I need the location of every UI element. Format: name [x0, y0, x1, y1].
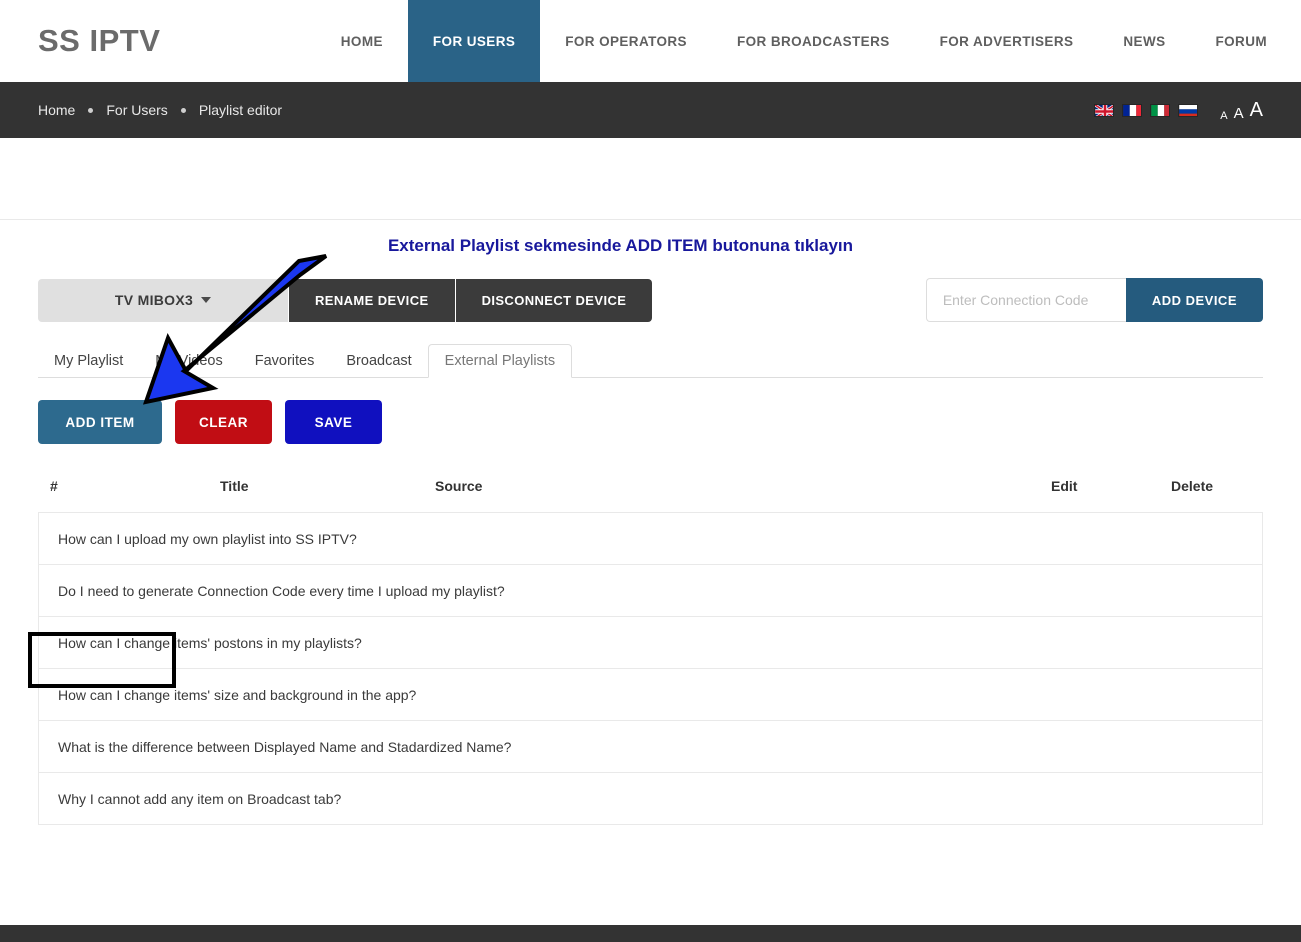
tab-external-playlists[interactable]: External Playlists [428, 344, 572, 379]
italian-flag-icon[interactable] [1150, 104, 1170, 117]
device-selector-label: TV MIBOX3 [115, 292, 193, 308]
breadcrumb-separator-icon [88, 108, 93, 113]
main-navigation: HOME FOR USERS FOR OPERATORS FOR BROADCA… [316, 0, 1301, 82]
list-item[interactable]: How can I change items' size and backgro… [38, 669, 1263, 721]
list-item[interactable]: Do I need to generate Connection Code ev… [38, 565, 1263, 617]
tab-broadcast[interactable]: Broadcast [330, 354, 427, 378]
tab-my-videos[interactable]: My Videos [139, 354, 238, 378]
save-button[interactable]: SAVE [285, 400, 382, 444]
hero-band [0, 138, 1301, 220]
tab-my-playlist[interactable]: My Playlist [38, 354, 139, 378]
site-header: SS IPTV HOME FOR USERS FOR OPERATORS FOR… [0, 0, 1301, 82]
nav-item-for-operators[interactable]: FOR OPERATORS [540, 0, 712, 82]
nav-item-news[interactable]: NEWS [1098, 0, 1190, 82]
nav-item-for-broadcasters[interactable]: FOR BROADCASTERS [712, 0, 915, 82]
column-header-source: Source [435, 478, 1051, 494]
font-size-large-button[interactable]: A [1250, 99, 1263, 122]
add-device-group: ADD DEVICE [926, 278, 1263, 322]
column-header-title: Title [220, 478, 435, 494]
playlist-editor-content: External Playlist sekmesinde ADD ITEM bu… [0, 220, 1301, 825]
nav-item-for-advertisers[interactable]: FOR ADVERTISERS [915, 0, 1099, 82]
device-selector-dropdown[interactable]: TV MIBOX3 [38, 279, 288, 322]
column-header-number: # [50, 478, 220, 494]
breadcrumb-item-playlist-editor[interactable]: Playlist editor [199, 102, 282, 118]
breadcrumb: Home For Users Playlist editor [38, 102, 282, 118]
footer-strip [0, 925, 1301, 942]
clear-button[interactable]: CLEAR [175, 400, 272, 444]
brand-logo[interactable]: SS IPTV [0, 0, 180, 82]
add-item-button[interactable]: ADD ITEM [38, 400, 162, 444]
breadcrumb-tools: A A A [1094, 99, 1263, 122]
french-flag-icon[interactable] [1122, 104, 1142, 117]
playlist-action-buttons: ADD ITEM CLEAR SAVE [38, 400, 1263, 444]
font-size-medium-button[interactable]: A [1234, 105, 1244, 122]
tab-favorites[interactable]: Favorites [239, 354, 331, 378]
breadcrumb-item-home[interactable]: Home [38, 102, 75, 118]
column-header-delete: Delete [1171, 478, 1263, 494]
annotation-title: External Playlist sekmesinde ADD ITEM bu… [38, 220, 1203, 260]
list-item[interactable]: Why I cannot add any item on Broadcast t… [38, 773, 1263, 825]
nav-item-home[interactable]: HOME [316, 0, 408, 82]
faq-list: How can I upload my own playlist into SS… [38, 512, 1263, 825]
breadcrumb-bar: Home For Users Playlist editor [0, 82, 1301, 138]
playlist-tabs: My Playlist My Videos Favorites Broadcas… [38, 344, 1263, 378]
list-item[interactable]: How can I upload my own playlist into SS… [38, 513, 1263, 565]
english-flag-icon[interactable] [1094, 104, 1114, 117]
chevron-down-icon [201, 297, 211, 303]
font-size-controls: A A A [1220, 99, 1263, 122]
font-size-small-button[interactable]: A [1220, 110, 1227, 122]
device-toolbar: TV MIBOX3 RENAME DEVICE DISCONNECT DEVIC… [38, 278, 1263, 322]
breadcrumb-item-for-users[interactable]: For Users [106, 102, 167, 118]
rename-device-button[interactable]: RENAME DEVICE [288, 279, 455, 322]
connection-code-input[interactable] [926, 278, 1126, 322]
table-header-row: # Title Source Edit Delete [38, 478, 1263, 494]
breadcrumb-separator-icon [181, 108, 186, 113]
list-item[interactable]: How can I change items' postons in my pl… [38, 617, 1263, 669]
russian-flag-icon[interactable] [1178, 104, 1198, 117]
column-header-edit: Edit [1051, 478, 1171, 494]
nav-item-for-users[interactable]: FOR USERS [408, 0, 540, 82]
disconnect-device-button[interactable]: DISCONNECT DEVICE [455, 279, 653, 322]
add-device-button[interactable]: ADD DEVICE [1126, 278, 1263, 322]
list-item[interactable]: What is the difference between Displayed… [38, 721, 1263, 773]
nav-item-forum[interactable]: FORUM [1191, 0, 1301, 82]
